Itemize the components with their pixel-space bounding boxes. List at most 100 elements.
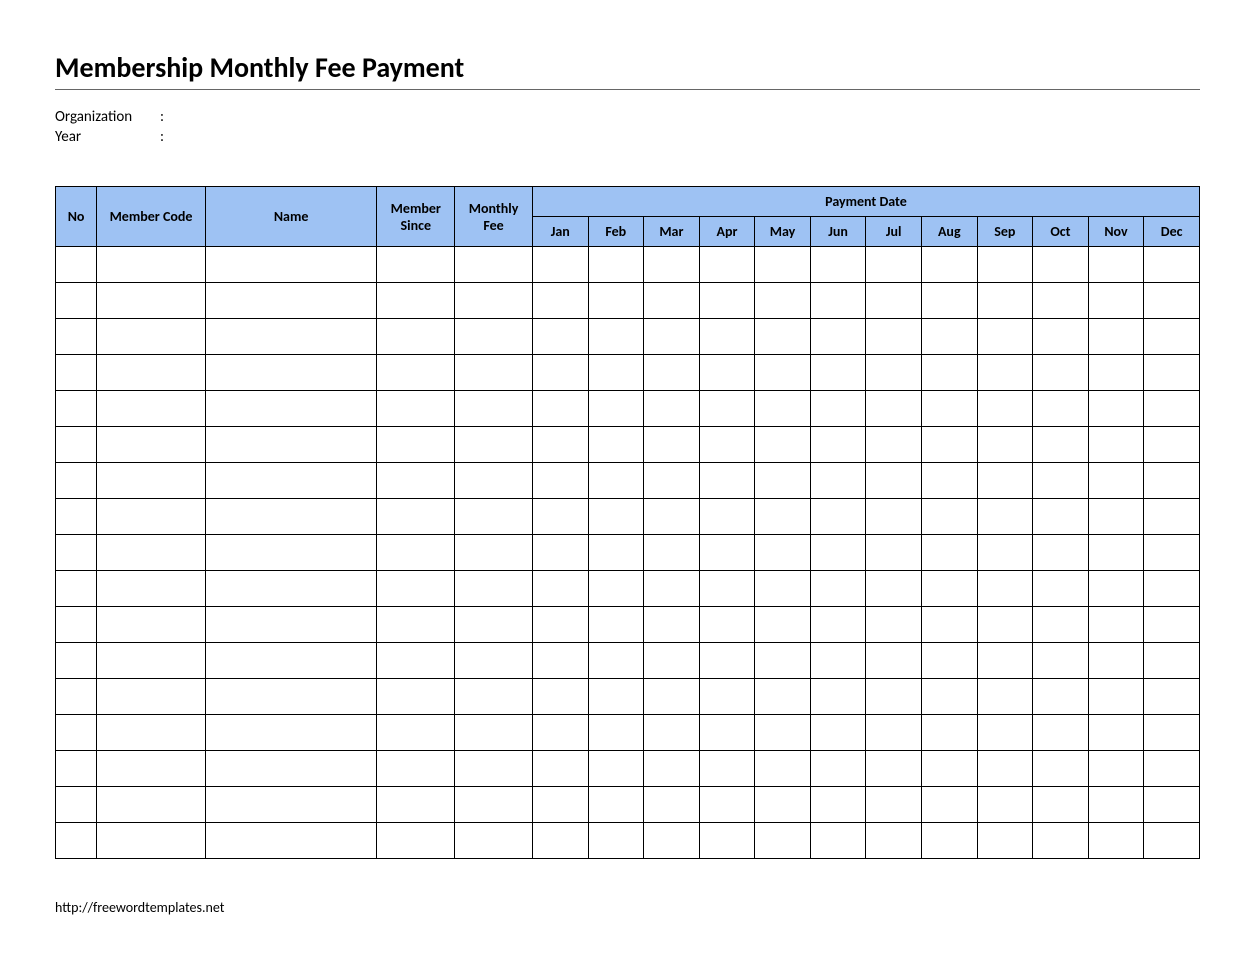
cell-month <box>921 643 977 679</box>
cell-fee <box>455 427 533 463</box>
cell-month <box>1033 283 1089 319</box>
cell-no <box>56 787 97 823</box>
cell-since <box>377 283 455 319</box>
header-month-dec: Dec <box>1144 217 1200 247</box>
cell-since <box>377 463 455 499</box>
cell-month <box>588 787 644 823</box>
cell-month <box>588 679 644 715</box>
table-row <box>56 355 1200 391</box>
cell-month <box>532 319 588 355</box>
cell-since <box>377 823 455 859</box>
cell-month <box>1033 823 1089 859</box>
cell-code <box>97 679 206 715</box>
cell-fee <box>455 535 533 571</box>
cell-month <box>755 283 811 319</box>
table-row <box>56 823 1200 859</box>
cell-month <box>699 535 755 571</box>
cell-month <box>755 823 811 859</box>
cell-month <box>644 751 700 787</box>
cell-month <box>1088 427 1144 463</box>
cell-month <box>866 499 922 535</box>
cell-month <box>866 355 922 391</box>
cell-month <box>699 247 755 283</box>
cell-month <box>866 751 922 787</box>
cell-month <box>644 427 700 463</box>
table-row <box>56 319 1200 355</box>
cell-month <box>699 283 755 319</box>
cell-month <box>588 463 644 499</box>
cell-month <box>699 499 755 535</box>
cell-month <box>977 283 1033 319</box>
cell-month <box>1033 787 1089 823</box>
header-month-aug: Aug <box>921 217 977 247</box>
header-month-oct: Oct <box>1033 217 1089 247</box>
cell-month <box>699 391 755 427</box>
cell-no <box>56 283 97 319</box>
cell-month <box>810 355 866 391</box>
cell-code <box>97 247 206 283</box>
cell-no <box>56 499 97 535</box>
cell-fee <box>455 355 533 391</box>
cell-code <box>97 499 206 535</box>
cell-code <box>97 283 206 319</box>
cell-no <box>56 355 97 391</box>
cell-no <box>56 751 97 787</box>
cell-since <box>377 427 455 463</box>
cell-month <box>977 715 1033 751</box>
cell-month <box>755 535 811 571</box>
cell-month <box>1088 499 1144 535</box>
cell-no <box>56 823 97 859</box>
cell-month <box>977 247 1033 283</box>
header-member-since: Member Since <box>377 187 455 247</box>
cell-month <box>1088 751 1144 787</box>
cell-month <box>810 571 866 607</box>
cell-month <box>1033 715 1089 751</box>
cell-month <box>810 427 866 463</box>
table-row <box>56 535 1200 571</box>
cell-month <box>532 787 588 823</box>
cell-month <box>866 607 922 643</box>
cell-month <box>921 679 977 715</box>
cell-month <box>1144 355 1200 391</box>
cell-month <box>1088 247 1144 283</box>
cell-month <box>755 319 811 355</box>
table-row <box>56 607 1200 643</box>
cell-month <box>1088 319 1144 355</box>
cell-fee <box>455 679 533 715</box>
header-month-sep: Sep <box>977 217 1033 247</box>
cell-month <box>977 427 1033 463</box>
cell-since <box>377 679 455 715</box>
cell-month <box>1088 607 1144 643</box>
cell-month <box>1033 391 1089 427</box>
cell-month <box>1088 463 1144 499</box>
cell-month <box>755 247 811 283</box>
cell-month <box>588 391 644 427</box>
cell-month <box>1033 355 1089 391</box>
footer-url: http://freewordtemplates.net <box>55 899 1200 916</box>
cell-month <box>1144 391 1200 427</box>
cell-fee <box>455 391 533 427</box>
organization-label: Organization <box>55 108 160 126</box>
title-divider <box>55 89 1200 90</box>
cell-month <box>921 787 977 823</box>
cell-month <box>1144 463 1200 499</box>
cell-month <box>532 355 588 391</box>
cell-code <box>97 391 206 427</box>
cell-no <box>56 607 97 643</box>
cell-name <box>205 463 377 499</box>
header-month-may: May <box>755 217 811 247</box>
cell-month <box>588 823 644 859</box>
header-month-feb: Feb <box>588 217 644 247</box>
cell-no <box>56 463 97 499</box>
cell-month <box>977 643 1033 679</box>
table-row <box>56 715 1200 751</box>
cell-month <box>1033 643 1089 679</box>
cell-since <box>377 535 455 571</box>
cell-month <box>755 751 811 787</box>
cell-month <box>866 679 922 715</box>
cell-month <box>810 751 866 787</box>
cell-no <box>56 715 97 751</box>
header-monthly-fee: Monthly Fee <box>455 187 533 247</box>
cell-since <box>377 607 455 643</box>
table-row <box>56 499 1200 535</box>
